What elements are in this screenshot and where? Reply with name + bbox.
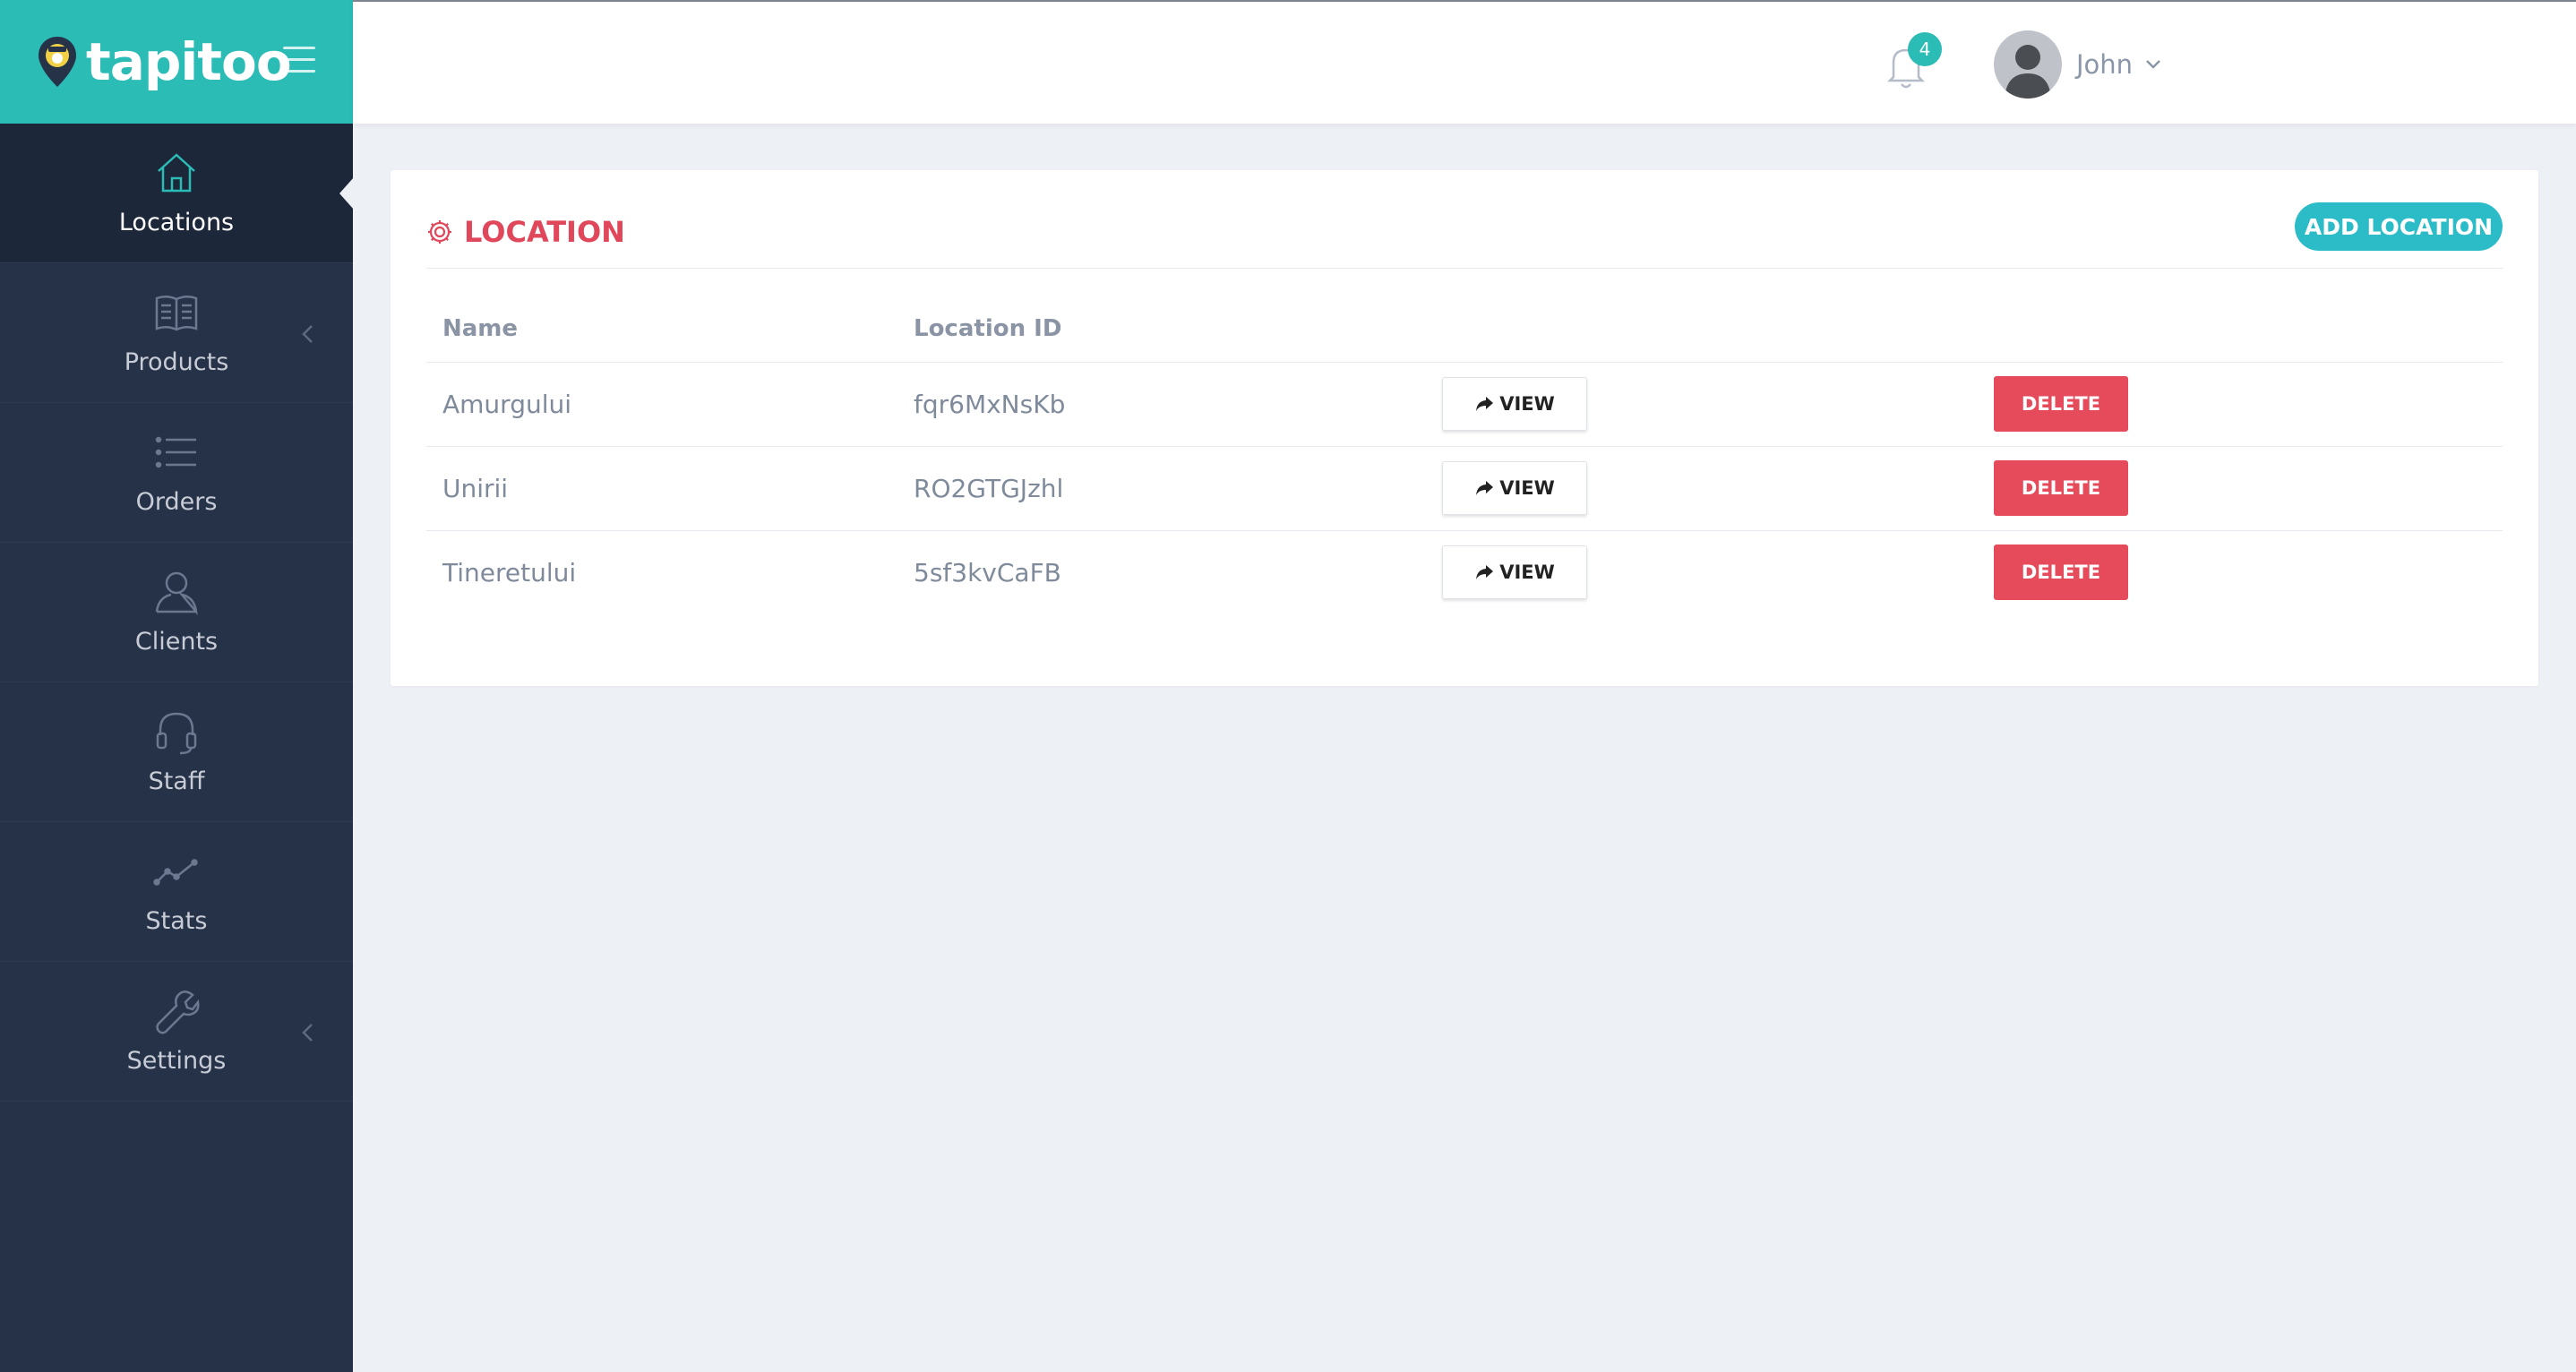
sidebar-item-label: Orders (135, 488, 218, 516)
chevron-left-icon (302, 325, 313, 343)
sidebar-item-products[interactable]: Products (0, 263, 353, 403)
chevron-left-icon (302, 1024, 313, 1042)
brand-header: tapitoo (0, 0, 353, 124)
page-title-text: LOCATION (464, 215, 625, 249)
sidebar-item-label: Locations (118, 209, 235, 236)
brand-name: tapitoo (86, 31, 292, 92)
headset-icon (156, 712, 197, 755)
view-button-label: VIEW (1499, 477, 1555, 499)
user-menu[interactable]: John (1994, 30, 2161, 99)
locations-card: LOCATION ADD LOCATION Name Location ID A… (391, 170, 2538, 686)
gear-icon (428, 220, 451, 244)
user-name: John (2076, 49, 2134, 80)
sidebar-item-stats[interactable]: Stats (0, 822, 353, 962)
chevron-down-icon (2146, 60, 2160, 69)
share-arrow-icon (1476, 397, 1494, 411)
location-name: Amurgului (426, 362, 897, 447)
location-id: RO2GTGJzhl (897, 446, 1426, 531)
share-arrow-icon (1476, 481, 1494, 495)
book-icon (155, 296, 198, 331)
avatar (1994, 30, 2062, 99)
delete-button[interactable]: DELETE (1994, 460, 2128, 516)
location-name: Tineretului (442, 557, 577, 587)
notification-badge: 4 (1908, 32, 1942, 66)
location-id: 5sf3kvCaFB (914, 557, 1061, 587)
chart-line-icon (153, 859, 198, 886)
sidebar-item-orders[interactable]: Orders (0, 403, 353, 543)
delete-button[interactable]: DELETE (1994, 376, 2128, 432)
locations-table: Name Location ID Amurgului fqr6MxNsKb VI… (426, 296, 2503, 614)
sidebar-item-label: Clients (134, 628, 219, 656)
list-icon (155, 436, 196, 468)
top-bar (353, 0, 2576, 124)
share-arrow-icon (1476, 565, 1494, 580)
view-button[interactable]: VIEW (1442, 545, 1587, 600)
add-location-button[interactable]: ADD LOCATION (2295, 202, 2503, 251)
sidebar-item-locations[interactable]: Locations (0, 124, 354, 263)
column-header-location-id: Location ID (897, 296, 1426, 363)
sidebar-item-settings[interactable]: Settings (0, 962, 353, 1102)
user-icon (155, 571, 198, 615)
table-header-row: Name Location ID (426, 296, 2503, 363)
menu-toggle-icon[interactable] (283, 47, 315, 75)
page-title: LOCATION (426, 215, 625, 249)
sidebar-item-staff[interactable]: Staff (0, 682, 353, 822)
sidebar: tapitoo Locations Products Orders Client (0, 0, 354, 1372)
home-icon (158, 153, 195, 193)
view-button[interactable]: VIEW (1442, 377, 1587, 431)
sidebar-item-clients[interactable]: Clients (0, 543, 353, 682)
wrench-icon (156, 990, 200, 1034)
sidebar-item-label: Stats (145, 907, 208, 935)
table-row: Tineretului 5sf3kvCaFB VIEW DELETE (426, 530, 2503, 614)
card-header: LOCATION ADD LOCATION (426, 202, 2503, 269)
sidebar-item-label: Settings (126, 1047, 227, 1075)
column-header-name: Name (426, 296, 897, 363)
sidebar-item-label: Staff (148, 767, 205, 795)
tapitoo-logo-icon (39, 37, 76, 87)
view-button-label: VIEW (1499, 393, 1555, 415)
location-name: Unirii (426, 446, 897, 531)
table-row: Amurgului fqr6MxNsKb VIEW DELETE (426, 362, 2503, 447)
location-id: fqr6MxNsKb (897, 362, 1426, 447)
table-row: Unirii RO2GTGJzhl VIEW DELETE (426, 446, 2503, 531)
delete-button[interactable]: DELETE (1994, 545, 2128, 601)
view-button[interactable]: VIEW (1442, 461, 1587, 515)
view-button-label: VIEW (1499, 562, 1555, 584)
sidebar-item-label: Products (124, 348, 229, 376)
